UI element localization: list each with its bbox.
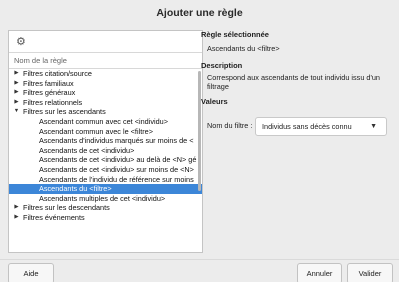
- rule-tree-panel: ⚙ Nom de la règle ▶ Filtres citation/sour…: [8, 30, 203, 253]
- description-heading: Description: [201, 61, 243, 70]
- tree-row-label: Filtres familiaux: [23, 78, 74, 88]
- expand-right-icon[interactable]: ▶: [12, 203, 21, 213]
- tree-category-row[interactable]: ▶ Filtres sur les descendants: [9, 203, 202, 213]
- tree-row-label: Filtres sur les ascendants: [23, 107, 106, 117]
- rule-details-panel: Règle sélectionnée Ascendants du <filtre…: [201, 30, 391, 170]
- selected-rule-value: Ascendants du <filtre>: [207, 44, 280, 53]
- tree-rule-row[interactable]: Ascendants de cet <individu>: [9, 146, 202, 156]
- tree-rule-row[interactable]: Ascendant commun avec cet <individu>: [9, 117, 202, 127]
- description-text: Correspond aux ascendants de tout indivi…: [207, 73, 380, 91]
- help-button[interactable]: Aide: [8, 263, 54, 282]
- dialog-title: Ajouter une règle: [156, 7, 243, 19]
- tree-rule-row[interactable]: Ascendants multiples de cet <individu>: [9, 194, 202, 204]
- tree-row-label: Filtres généraux: [23, 88, 76, 98]
- gear-icon[interactable]: ⚙: [16, 35, 26, 48]
- tree-row-label: Filtres événements: [23, 212, 85, 222]
- tree-rule-row[interactable]: Ascendants de cet <individu> au delà de …: [9, 155, 202, 165]
- expand-right-icon[interactable]: ▶: [12, 98, 21, 108]
- tree-rule-row[interactable]: Ascendants de l'individu de référence su…: [9, 175, 202, 185]
- filter-name-dropdown[interactable]: Individus sans décès connu ▼: [255, 117, 387, 136]
- tree-row-label: Ascendants de cet <individu> au delà de …: [39, 155, 197, 165]
- expand-right-icon[interactable]: ▶: [12, 79, 21, 89]
- tree-row-label: Ascendant commun avec cet <individu>: [39, 116, 168, 126]
- filter-name-label: Nom du filtre :: [207, 121, 253, 130]
- tree-row-label: Ascendants de cet <individu>: [39, 145, 135, 155]
- tree-row-label: Ascendants de l'individu de référence su…: [39, 174, 194, 184]
- tree-category-row[interactable]: ▶ Filtres généraux: [9, 88, 202, 98]
- tree-row-label: Ascendants de cet <individu> sur moins d…: [39, 164, 194, 174]
- cancel-button[interactable]: Annuler: [297, 263, 342, 282]
- tree-row-label: Filtres relationnels: [23, 97, 83, 107]
- expand-down-icon[interactable]: ▼: [12, 107, 21, 117]
- footer-divider: [0, 259, 399, 260]
- tree-row-label: Ascendants du <filtre>: [39, 184, 112, 194]
- tree-category-row[interactable]: ▶ Filtres familiaux: [9, 79, 202, 89]
- chevron-down-icon: ▼: [370, 123, 377, 130]
- tree-row-label: Ascendant commun avec le <filtre>: [39, 126, 153, 136]
- expand-right-icon[interactable]: ▶: [12, 69, 21, 79]
- tree-category-row[interactable]: ▶ Filtres citation/source: [9, 69, 202, 79]
- rule-tree: ▶ Filtres citation/source ▶ Filtres familia…: [9, 69, 202, 223]
- tree-row-label: Ascendants d'individus marqués sur moins…: [39, 136, 194, 146]
- tree-rule-row[interactable]: Ascendant commun avec le <filtre>: [9, 127, 202, 137]
- expand-right-icon[interactable]: ▶: [12, 213, 21, 223]
- filter-name-value: Individus sans décès connu: [262, 122, 352, 131]
- tree-rule-row[interactable]: Ascendants de cet <individu> sur moins d…: [9, 165, 202, 175]
- ok-button[interactable]: Valider: [347, 263, 393, 282]
- tree-row-label: Filtres sur les descendants: [23, 203, 110, 213]
- expand-right-icon[interactable]: ▶: [12, 88, 21, 98]
- tree-rule-row[interactable]: Ascendants d'individus marqués sur moins…: [9, 136, 202, 146]
- values-heading: Valeurs: [201, 97, 228, 106]
- tree-category-row[interactable]: ▼ Filtres sur les ascendants: [9, 107, 202, 117]
- tree-column-header[interactable]: Nom de la règle: [9, 53, 202, 69]
- tree-row-label: Ascendants multiples de cet <individu>: [39, 193, 166, 203]
- tree-category-row[interactable]: ▶ Filtres événements: [9, 213, 202, 223]
- tree-toolbar: ⚙: [9, 31, 202, 53]
- tree-category-row[interactable]: ▶ Filtres relationnels: [9, 98, 202, 108]
- tree-rule-row[interactable]: Ascendants du <filtre>: [9, 184, 202, 194]
- tree-row-label: Filtres citation/source: [23, 69, 92, 78]
- selected-rule-heading: Règle sélectionnée: [201, 30, 269, 39]
